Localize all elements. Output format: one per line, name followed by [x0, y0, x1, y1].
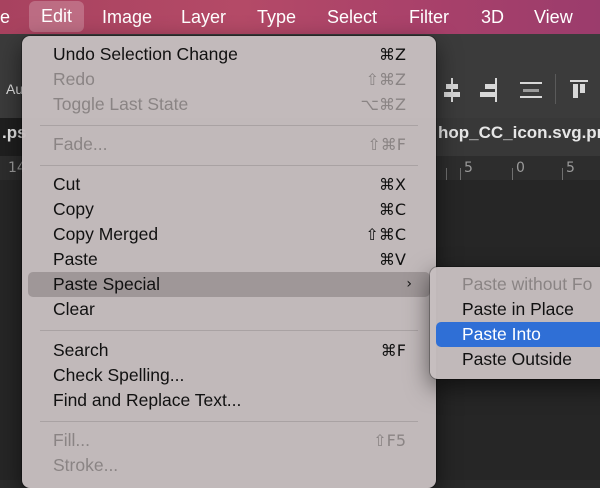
options-bar-label: Au	[6, 81, 24, 97]
toolbar-divider	[555, 74, 556, 104]
edit-menu: Undo Selection Change ⌘Z Redo ⇧⌘Z Toggle…	[22, 36, 436, 488]
chevron-right-icon: ›	[406, 276, 412, 292]
submenu-item-paste-in-place[interactable]: Paste in Place	[436, 297, 600, 322]
menu-item-shortcut: ⇧⌘F	[367, 135, 406, 154]
align-top-icon[interactable]	[570, 80, 588, 100]
menu-item-check-spelling[interactable]: Check Spelling...	[28, 363, 430, 388]
ruler-tick	[562, 168, 563, 180]
menubar-item-3d[interactable]: 3D	[481, 0, 504, 34]
menu-item-fade: Fade... ⇧⌘F	[28, 132, 430, 157]
ruler-number: 5	[464, 160, 473, 176]
menubar-item-filter[interactable]: Filter	[409, 0, 449, 34]
menu-item-label: Fade...	[53, 134, 108, 154]
menu-item-redo: Redo ⇧⌘Z	[28, 67, 430, 92]
menu-item-shortcut: ⌥⌘Z	[360, 95, 406, 114]
submenu-item-label: Paste in Place	[462, 299, 574, 319]
menu-separator	[40, 165, 418, 166]
menu-separator	[40, 125, 418, 126]
menubar-item-view[interactable]: View	[534, 0, 573, 34]
submenu-item-label: Paste Into	[462, 324, 541, 344]
menu-item-fill: Fill... ⇧F5	[28, 428, 430, 453]
menu-item-shortcut: ⇧F5	[373, 431, 406, 450]
ruler-number: 5	[566, 160, 575, 176]
menu-item-shortcut: ⌘C	[378, 200, 406, 219]
menu-separator	[40, 421, 418, 422]
menu-item-cut[interactable]: Cut ⌘X	[28, 172, 430, 197]
menu-item-clear[interactable]: Clear	[28, 297, 430, 322]
menu-item-search[interactable]: Search ⌘F	[28, 338, 430, 363]
menu-item-label: Copy	[53, 199, 94, 219]
submenu-item-label: Paste without Fo	[462, 274, 593, 294]
submenu-item-paste-into[interactable]: Paste Into	[436, 322, 600, 347]
menu-item-undo[interactable]: Undo Selection Change ⌘Z	[28, 42, 430, 67]
menu-item-copy-merged[interactable]: Copy Merged ⇧⌘C	[28, 222, 430, 247]
menu-item-label: Paste Special	[53, 274, 161, 294]
submenu-item-paste-without-formatting: Paste without Fo	[436, 272, 600, 297]
menu-item-label: Toggle Last State	[53, 94, 189, 114]
align-right-icon[interactable]	[480, 78, 498, 102]
menu-item-label: Cut	[53, 174, 81, 194]
paste-special-submenu: Paste without Fo Paste in Place Paste In…	[430, 267, 600, 379]
menu-item-label: Redo	[53, 69, 95, 89]
menubar-item-layer[interactable]: Layer	[181, 0, 226, 34]
menubar-item-type[interactable]: Type	[257, 0, 296, 34]
menu-item-copy[interactable]: Copy ⌘C	[28, 197, 430, 222]
menu-item-label: Fill...	[53, 430, 90, 450]
menu-item-label: Undo Selection Change	[53, 44, 238, 64]
menu-item-shortcut: ⌘Z	[379, 45, 406, 64]
menu-item-shortcut: ⌘X	[379, 175, 406, 194]
document-tab-active-label[interactable]: hop_CC_icon.svg.png	[438, 123, 600, 143]
menu-item-label: Clear	[53, 299, 95, 319]
distribute-icon[interactable]	[520, 82, 542, 98]
menu-item-stroke: Stroke...	[28, 453, 430, 478]
submenu-item-paste-outside[interactable]: Paste Outside	[436, 347, 600, 372]
menu-item-label: Copy Merged	[53, 224, 159, 244]
submenu-item-label: Paste Outside	[462, 349, 572, 369]
menu-item-find-replace[interactable]: Find and Replace Text...	[28, 388, 430, 413]
menu-item-paste-special[interactable]: Paste Special ›	[28, 272, 430, 297]
menu-item-shortcut: ⌘F	[380, 341, 406, 360]
menu-item-label: Paste	[53, 249, 98, 269]
menu-item-label: Search	[53, 340, 109, 360]
menu-item-shortcut: ⌘V	[379, 250, 406, 269]
menu-item-toggle-last-state: Toggle Last State ⌥⌘Z	[28, 92, 430, 117]
menu-item-shortcut: ⇧⌘C	[365, 225, 406, 244]
menubar-item-edit[interactable]: Edit	[29, 1, 85, 32]
ruler-tick	[512, 168, 513, 180]
menubar-item-image[interactable]: Image	[102, 0, 152, 34]
menu-bar: e Edit Image Layer Type Select Filter 3D…	[0, 0, 600, 34]
menubar-item-select[interactable]: Select	[327, 0, 377, 34]
menu-separator	[40, 330, 418, 331]
menu-item-label: Find and Replace Text...	[53, 390, 242, 410]
menubar-item-file[interactable]: e	[0, 0, 10, 34]
align-center-icon[interactable]	[444, 78, 460, 102]
menu-item-shortcut: ⇧⌘Z	[365, 70, 406, 89]
ruler-tick	[446, 168, 447, 180]
ruler-tick	[460, 168, 461, 180]
menu-item-paste[interactable]: Paste ⌘V	[28, 247, 430, 272]
ruler-number: 0	[516, 160, 525, 176]
menu-item-label: Check Spelling...	[53, 365, 185, 385]
menu-item-label: Stroke...	[53, 455, 119, 475]
